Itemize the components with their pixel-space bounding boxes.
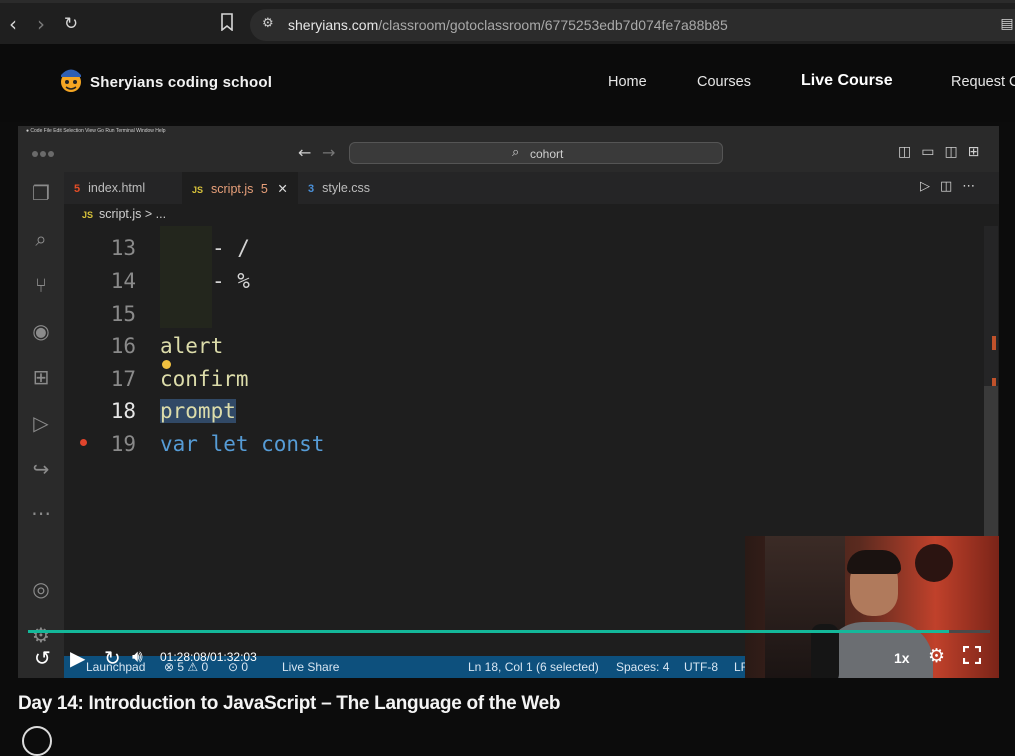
browser-toolbar: ‹ › ↻ ⚙ sheryians.com/classroom/gotoclas… <box>0 0 1015 44</box>
site-info-icon[interactable]: ⚙ <box>262 16 274 31</box>
account-icon: ◎ <box>32 577 50 601</box>
play-icon[interactable]: ▶ <box>70 646 85 670</box>
breadcrumb: JS script.js > ... <box>64 204 999 226</box>
volume-icon[interactable]: 🔊︎ <box>132 647 143 667</box>
bookmark-icon[interactable] <box>216 13 238 35</box>
code-line: - / <box>212 236 250 260</box>
arrow-left-icon: ← <box>298 143 312 162</box>
code-line: alert <box>160 334 224 358</box>
tab-script-js: JS script.js 5 ✕ <box>182 172 298 204</box>
line-number: 15 <box>110 302 136 326</box>
line-number: 17 <box>110 367 136 391</box>
indent-highlight <box>160 226 212 328</box>
nav-courses[interactable]: Courses <box>697 74 751 90</box>
avatar[interactable] <box>22 726 52 756</box>
settings-icon[interactable]: ⚙ <box>928 645 945 667</box>
layout-icons: ◫▭◫⊞ <box>898 144 990 160</box>
mac-menubar: ● Code File Edit Selection View Go Run T… <box>18 126 999 136</box>
nav-request[interactable]: Request C <box>951 74 1015 90</box>
site-header: Sheryians coding school Home Courses Liv… <box>0 44 1015 122</box>
progress-bar[interactable] <box>28 630 990 633</box>
nav-live-course[interactable]: Live Course <box>801 72 893 90</box>
logo-icon[interactable] <box>58 64 84 94</box>
video-player[interactable]: ● Code File Edit Selection View Go Run T… <box>18 126 999 678</box>
line-number: 16 <box>110 334 136 358</box>
run-debug-icon: ▷ <box>33 411 49 435</box>
code-line: - % <box>212 269 250 293</box>
url-text: sheryians.com/classroom/gotoclassroom/67… <box>288 17 728 33</box>
webcam-overlay <box>745 536 999 678</box>
tab-index-html: 5 index.html <box>74 181 146 195</box>
problems-badge: 5 <box>260 182 268 196</box>
line-number: 13 <box>110 236 136 260</box>
forward-icon[interactable]: ↻ <box>104 646 121 670</box>
vscode-titlebar: ← → ⌕ cohort ◫▭◫⊞ <box>18 136 999 172</box>
forward-icon[interactable]: › <box>30 13 52 35</box>
live-share-icon: ↪ <box>32 457 50 481</box>
reload-icon[interactable]: ↻ <box>60 13 82 35</box>
command-center: ⌕ cohort <box>349 142 723 164</box>
js-file-icon: JS <box>82 210 94 220</box>
modified-dot <box>80 439 87 446</box>
playback-speed[interactable]: 1x <box>894 650 910 666</box>
lightbulb-icon <box>162 360 171 369</box>
presenter-hair <box>847 550 901 574</box>
address-bar[interactable]: ⚙ sheryians.com/classroom/gotoclassroom/… <box>250 9 1015 41</box>
line-number: 18 <box>110 399 136 423</box>
close-icon: ✕ <box>277 182 288 196</box>
line-number: 19 <box>110 432 136 456</box>
command-center-text: cohort <box>530 147 564 161</box>
back-icon[interactable]: ‹ <box>2 13 24 35</box>
code-line: var let const <box>160 432 325 456</box>
code-line: confirm <box>160 367 249 391</box>
tab-style-css: 3 style.css <box>308 181 371 195</box>
source-control-icon: ⑂ <box>35 273 47 297</box>
search-icon: ⌕ <box>512 145 520 160</box>
code-line: prompt <box>160 399 236 423</box>
extensions-icon: ⊞ <box>32 365 50 389</box>
line-number: 14 <box>110 269 136 293</box>
rewind-icon[interactable]: ↺ <box>34 646 51 670</box>
video-title: Day 14: Introduction to JavaScript – The… <box>18 693 561 714</box>
editor-tabs: 5 index.html JS script.js 5 ✕ 3 style.css ▷… <box>64 172 999 204</box>
github-icon: ◉ <box>32 319 50 343</box>
search-icon: ⌕ <box>35 227 47 251</box>
reader-mode-icon[interactable]: ▤ <box>996 13 1015 35</box>
brand-name[interactable]: Sheryians coding school <box>90 74 272 91</box>
explorer-icon: ❐ <box>32 181 50 205</box>
more-icon: ⋯ <box>31 501 51 525</box>
settings-gear-icon: ⚙ <box>32 623 50 647</box>
activity-bar: ❐ ⌕ ⑂ ◉ ⊞ ▷ ↪ ⋯ ◎ ⚙ <box>18 172 64 678</box>
arrow-right-icon: → <box>322 143 336 162</box>
fullscreen-icon[interactable] <box>962 645 982 666</box>
html-file-icon: 5 <box>74 183 81 195</box>
window-dot <box>40 151 46 157</box>
progress-fill <box>28 630 949 633</box>
wall-art <box>915 544 953 582</box>
window-dot <box>32 151 38 157</box>
nav-home[interactable]: Home <box>608 74 647 90</box>
js-file-icon: JS <box>192 185 204 195</box>
css-file-icon: 3 <box>308 183 315 195</box>
time-display: 01:28:08/01:32:03 <box>160 650 257 664</box>
editor-actions-icons: ▷◫⋯ <box>920 179 986 194</box>
window-dot <box>48 151 54 157</box>
